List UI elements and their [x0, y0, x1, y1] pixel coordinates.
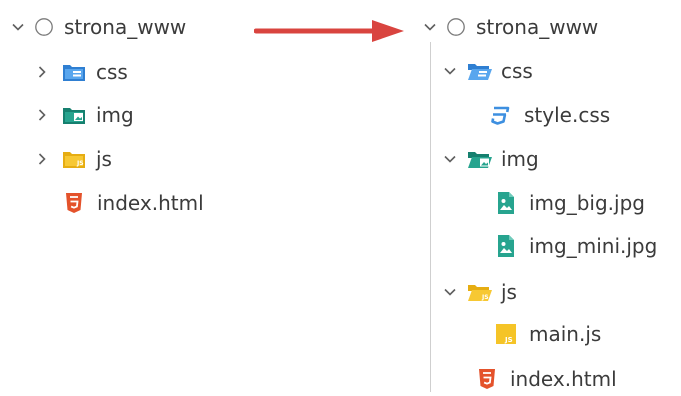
folder-label: js [501, 280, 517, 304]
root-folder-label: strona_www [476, 15, 599, 39]
image-folder-open-icon [467, 147, 493, 171]
image-file-icon [493, 191, 519, 215]
folder-label: js [96, 147, 112, 171]
html5-icon [61, 191, 87, 215]
right-tree-item-css[interactable]: css [440, 56, 533, 86]
indent-guide [430, 42, 431, 392]
svg-text:JS: JS [76, 160, 84, 167]
chevron-down-icon[interactable] [440, 61, 460, 81]
left-tree-item-index-html[interactable]: index.html [61, 188, 204, 218]
svg-text:JS: JS [504, 336, 513, 344]
right-tree-item-img-big[interactable]: img_big.jpg [493, 188, 645, 218]
js-folder-open-icon: JS [467, 280, 493, 304]
left-tree-item-img[interactable]: img [32, 100, 134, 130]
file-label: index.html [97, 191, 204, 215]
right-tree-item-js[interactable]: JS js [440, 277, 517, 307]
chevron-down-icon[interactable] [420, 17, 440, 37]
root-circle-icon [446, 17, 466, 37]
file-label: img_mini.jpg [529, 234, 658, 258]
file-label: img_big.jpg [529, 191, 645, 215]
html5-icon [474, 367, 500, 391]
js-folder-icon: JS [61, 147, 87, 171]
svg-text:JS: JS [481, 294, 489, 301]
file-label: index.html [510, 367, 617, 391]
root-folder-label: strona_www [64, 15, 187, 39]
folder-label: css [96, 60, 128, 84]
right-tree-item-main-js[interactable]: JS main.js [493, 319, 601, 349]
file-label: main.js [529, 322, 602, 346]
css-folder-icon [61, 60, 87, 84]
folder-label: css [501, 59, 533, 83]
file-label: style.css [524, 103, 611, 127]
folder-label: img [96, 103, 134, 127]
chevron-right-icon[interactable] [32, 105, 52, 125]
right-tree-item-img-mini[interactable]: img_mini.jpg [493, 231, 657, 261]
folder-label: img [501, 147, 539, 171]
chevron-down-icon[interactable] [8, 17, 28, 37]
javascript-icon: JS [493, 322, 519, 346]
right-tree-item-img[interactable]: img [440, 144, 539, 174]
right-root-folder-row[interactable]: strona_www [420, 12, 598, 42]
css-folder-open-icon [467, 59, 493, 83]
left-tree-item-js[interactable]: JS js [32, 144, 112, 174]
chevron-right-icon[interactable] [32, 149, 52, 169]
image-file-icon [493, 234, 519, 258]
right-tree-item-index-html[interactable]: index.html [474, 364, 617, 394]
root-circle-icon [34, 17, 54, 37]
right-arrow-icon [254, 20, 404, 42]
css3-icon [488, 103, 514, 127]
left-root-folder-row[interactable]: strona_www [8, 12, 186, 42]
chevron-down-icon[interactable] [440, 149, 460, 169]
chevron-down-icon[interactable] [440, 282, 460, 302]
right-tree-item-style-css[interactable]: style.css [488, 100, 610, 130]
left-tree-item-css[interactable]: css [32, 57, 128, 87]
chevron-right-icon[interactable] [32, 62, 52, 82]
image-folder-icon [61, 103, 87, 127]
